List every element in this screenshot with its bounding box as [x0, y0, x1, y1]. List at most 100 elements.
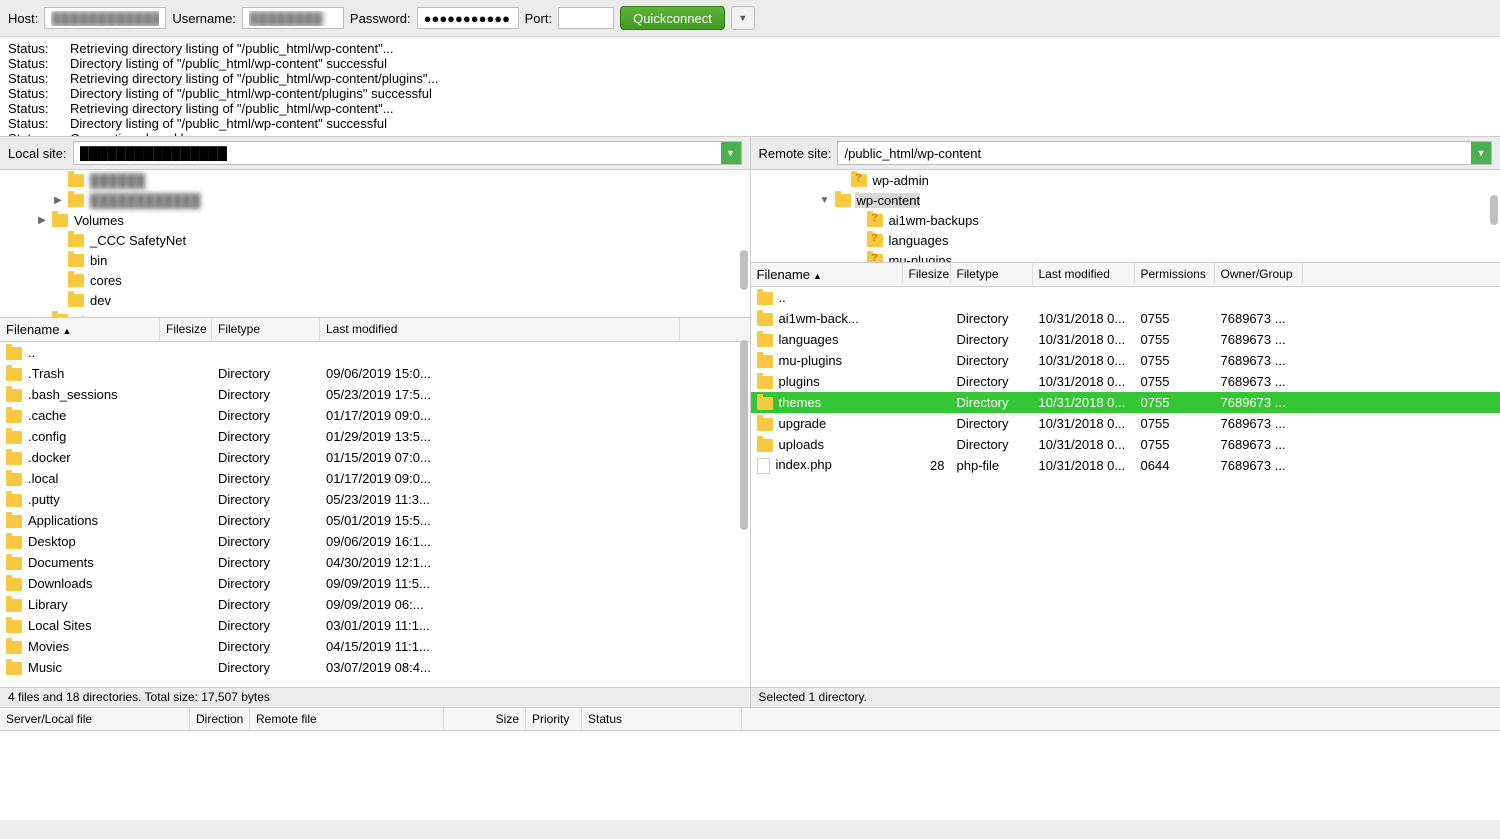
file-row[interactable]: MoviesDirectory04/15/2019 11:1...	[0, 636, 750, 657]
file-row[interactable]: DesktopDirectory09/06/2019 16:1...	[0, 531, 750, 552]
local-tree[interactable]: ▶██████ ▶ ████████████ ▶ Volumes ▶_CCC Safety…	[0, 170, 750, 318]
tree-item-label: bin	[88, 253, 107, 268]
file-row[interactable]: .configDirectory01/29/2019 13:5...	[0, 426, 750, 447]
remote-site-dropdown[interactable]: ▼	[1471, 142, 1491, 164]
cell-filetype: Directory	[951, 309, 1033, 328]
tree-item-label: ████████████	[88, 193, 201, 208]
cell-filesize	[903, 317, 951, 321]
tree-item[interactable]: ▼wp-content	[751, 190, 1500, 210]
tree-item[interactable]: ▶ ████████████	[0, 190, 750, 210]
file-row[interactable]: uploadsDirectory10/31/2018 0...075576896…	[751, 434, 1500, 455]
transfer-queue[interactable]: Server/Local file Direction Remote file …	[0, 707, 1500, 820]
file-row[interactable]: mu-pluginsDirectory10/31/2018 0...075576…	[751, 350, 1500, 371]
cell-filetype: Directory	[951, 372, 1033, 391]
file-row[interactable]: upgradeDirectory10/31/2018 0...075576896…	[751, 413, 1500, 434]
file-row[interactable]: pluginsDirectory10/31/2018 0...075576896…	[751, 371, 1500, 392]
username-input[interactable]	[242, 7, 344, 29]
file-row[interactable]: themesDirectory10/31/2018 0...0755768967…	[751, 392, 1500, 413]
host-input[interactable]	[44, 7, 166, 29]
cell-permissions: 0644	[1135, 456, 1215, 475]
quickconnect-button[interactable]: Quickconnect	[620, 6, 725, 30]
tree-item[interactable]: ▶mu-plugins	[751, 250, 1500, 263]
col-filetype[interactable]: Filetype	[212, 318, 320, 341]
chevron-right-icon[interactable]: ▶	[52, 195, 64, 206]
col-permissions[interactable]: Permissions	[1135, 263, 1215, 286]
tree-item[interactable]: ▶bin	[0, 250, 750, 270]
col-priority[interactable]: Priority	[526, 708, 582, 730]
col-size[interactable]: Size	[444, 708, 526, 730]
cell-filetype: Directory	[212, 658, 320, 677]
file-row[interactable]: .puttyDirectory05/23/2019 11:3...	[0, 489, 750, 510]
cell-modified: 04/30/2019 12:1...	[320, 553, 680, 572]
file-row[interactable]: LibraryDirectory09/09/2019 06:...	[0, 594, 750, 615]
col-owner[interactable]: Owner/Group	[1215, 263, 1303, 286]
tree-item-label: ai1wm-backups	[887, 213, 979, 228]
col-modified[interactable]: Last modified	[320, 318, 680, 341]
port-input[interactable]	[558, 7, 614, 29]
remote-file-list[interactable]: Filename▲ Filesize Filetype Last modifie…	[751, 263, 1500, 687]
quickconnect-history-dropdown[interactable]: ▼	[731, 6, 755, 30]
tree-item[interactable]: ▶ Volumes	[0, 210, 750, 230]
col-filename[interactable]: Filename▲	[751, 263, 903, 286]
file-row[interactable]: .localDirectory01/17/2019 09:0...	[0, 468, 750, 489]
file-row[interactable]: index.php28php-file10/31/2018 0...064476…	[751, 455, 1500, 476]
scrollbar-thumb[interactable]	[1490, 195, 1498, 225]
log-label: Status:	[8, 71, 50, 86]
log-message: Retrieving directory listing of "/public…	[70, 41, 394, 56]
col-remote-file[interactable]: Remote file	[250, 708, 444, 730]
log-label: Status:	[8, 41, 50, 56]
local-site-input[interactable]	[74, 142, 721, 164]
folder-icon	[757, 292, 773, 305]
tree-item[interactable]: ▶██████	[0, 170, 750, 190]
folder-icon	[6, 410, 22, 423]
cell-filesize	[160, 393, 212, 397]
tree-item-label: Volumes	[72, 213, 124, 228]
file-row[interactable]: DocumentsDirectory04/30/2019 12:1...	[0, 552, 750, 573]
tree-item[interactable]: ▶cores	[0, 270, 750, 290]
col-filesize[interactable]: Filesize	[903, 263, 951, 286]
chevron-down-icon[interactable]: ▼	[819, 195, 831, 206]
file-row[interactable]: languagesDirectory10/31/2018 0...0755768…	[751, 329, 1500, 350]
tree-item[interactable]: ▶etc	[0, 310, 750, 318]
file-row[interactable]: ai1wm-back...Directory10/31/2018 0...075…	[751, 308, 1500, 329]
tree-item[interactable]: ▶wp-admin	[751, 170, 1500, 190]
scrollbar-thumb[interactable]	[740, 340, 748, 530]
col-server-local[interactable]: Server/Local file	[0, 708, 190, 730]
cell-modified: 09/06/2019 16:1...	[320, 532, 680, 551]
log-row: Status:Directory listing of "/public_htm…	[8, 86, 1492, 101]
tree-item-label: mu-plugins	[887, 253, 953, 264]
col-filesize[interactable]: Filesize	[160, 318, 212, 341]
file-row[interactable]: .dockerDirectory01/15/2019 07:0...	[0, 447, 750, 468]
cell-filename: Downloads	[0, 574, 160, 593]
file-row[interactable]: Local SitesDirectory03/01/2019 11:1...	[0, 615, 750, 636]
file-row[interactable]: .TrashDirectory09/06/2019 15:0...	[0, 363, 750, 384]
file-row[interactable]: MusicDirectory03/07/2019 08:4...	[0, 657, 750, 678]
tree-item[interactable]: ▶languages	[751, 230, 1500, 250]
col-filename[interactable]: Filename▲	[0, 318, 160, 341]
scrollbar-thumb[interactable]	[740, 250, 748, 290]
remote-tree[interactable]: ▶wp-admin▼wp-content▶ai1wm-backups▶langu…	[751, 170, 1500, 263]
password-input[interactable]	[417, 7, 519, 29]
cell-filename: Music	[0, 658, 160, 677]
col-status[interactable]: Status	[582, 708, 742, 730]
local-site-dropdown[interactable]: ▼	[721, 142, 741, 164]
col-filetype[interactable]: Filetype	[951, 263, 1033, 286]
col-direction[interactable]: Direction	[190, 708, 250, 730]
file-row[interactable]: ..	[751, 287, 1500, 308]
chevron-right-icon[interactable]: ▶	[36, 215, 48, 226]
file-row[interactable]: DownloadsDirectory09/09/2019 11:5...	[0, 573, 750, 594]
remote-site-input[interactable]	[838, 142, 1471, 164]
tree-item[interactable]: ▶dev	[0, 290, 750, 310]
file-row[interactable]: .cacheDirectory01/17/2019 09:0...	[0, 405, 750, 426]
tree-item-label: dev	[88, 293, 111, 308]
tree-item[interactable]: ▶ai1wm-backups	[751, 210, 1500, 230]
tree-item[interactable]: ▶_CCC SafetyNet	[0, 230, 750, 250]
cell-filetype: Directory	[951, 393, 1033, 412]
file-row[interactable]: ..	[0, 342, 750, 363]
file-row[interactable]: ApplicationsDirectory05/01/2019 15:5...	[0, 510, 750, 531]
cell-permissions	[1135, 296, 1215, 300]
message-log[interactable]: Status: Retrieving directory listing of "…	[0, 37, 1500, 137]
file-row[interactable]: .bash_sessionsDirectory05/23/2019 17:5..…	[0, 384, 750, 405]
local-file-list[interactable]: Filename▲ Filesize Filetype Last modifie…	[0, 318, 750, 687]
col-modified[interactable]: Last modified	[1033, 263, 1135, 286]
